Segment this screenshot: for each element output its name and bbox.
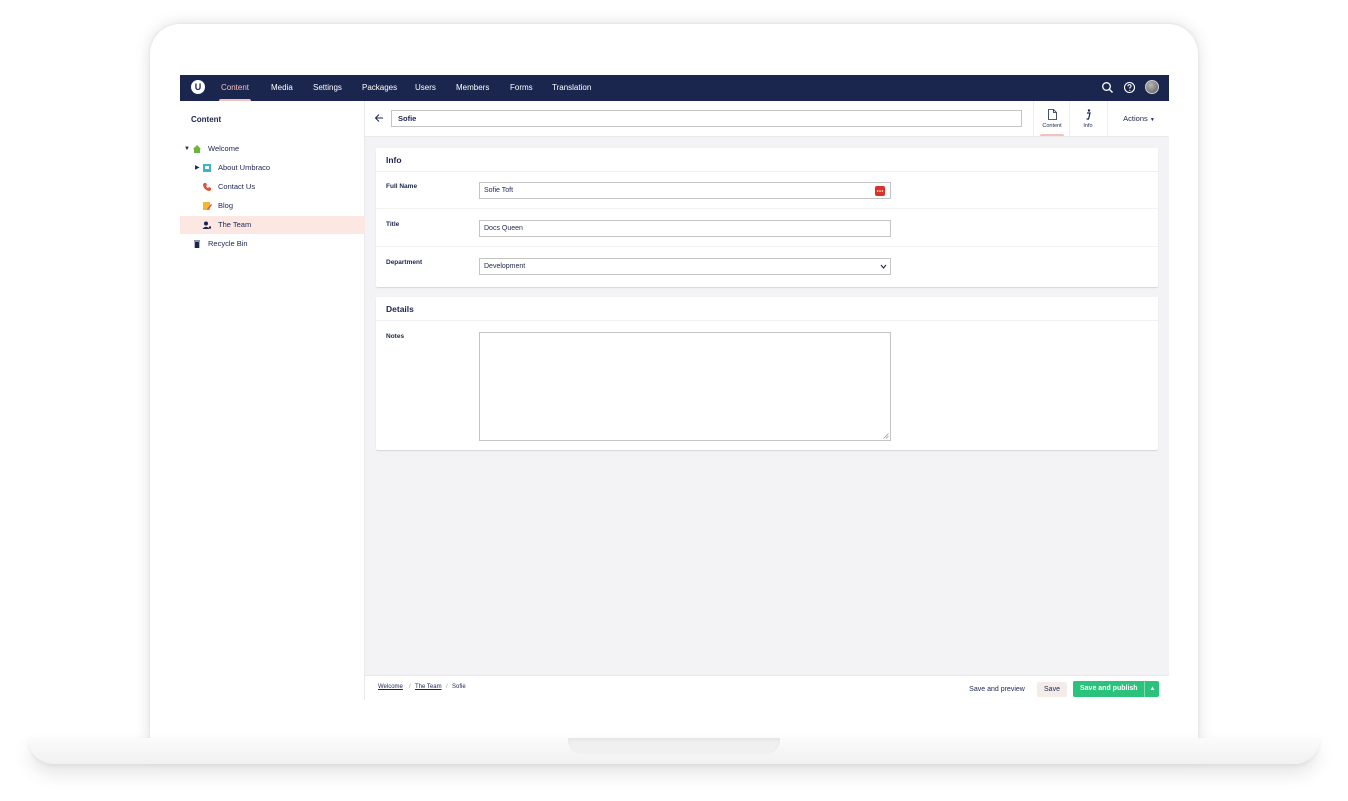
help-icon[interactable] [1123,81,1136,94]
breadcrumb-the-team[interactable]: The Team [415,684,442,690]
trash-icon [194,240,200,248]
details-panel: Details Notes [376,297,1158,450]
property-divider [376,246,1158,247]
resize-handle-icon[interactable] [883,433,889,439]
caret-right-icon[interactable]: ▶ [195,159,200,177]
phone-icon [203,183,211,191]
caret-down-icon: ▼ [1149,117,1155,123]
tree-item-the-team[interactable]: The Team [180,216,365,234]
caret-down-icon[interactable]: ▼ [184,140,190,158]
chevron-down-icon [880,264,887,269]
nav-forms[interactable]: Forms [510,75,533,101]
title-field[interactable]: Docs Queen [479,220,891,237]
tree-item-label: Contact Us [218,182,256,191]
save-and-preview-button[interactable]: Save and preview [963,682,1031,697]
nav-members[interactable]: Members [456,75,489,101]
editor-footer: Welcome / The Team / Sofie Save and prev… [365,675,1169,700]
tab-info-label: Info [1083,123,1093,129]
nav-media[interactable]: Media [271,75,293,101]
info-icon [1086,109,1091,120]
node-name-input[interactable] [391,110,1022,127]
top-navigation: U Content Media Settings Packages Users … [180,75,1169,101]
info-panel: Info Full Name Sofie Toft Title Docs Que… [376,148,1158,287]
tree-item-label: About Umbraco [218,163,271,172]
tree-item-about-umbraco[interactable]: ▶ About Umbraco [180,159,365,177]
actions-label: Actions [1123,114,1148,123]
content-tree-sidebar: Content ▼ Welcome ▶ About Umbraco Contac… [180,101,365,700]
home-icon [193,145,201,153]
notes-textarea[interactable] [479,332,891,441]
save-and-publish-button[interactable]: Save and publish ▲ [1073,681,1159,697]
tab-content-label: Content [1042,123,1062,129]
document-icon [1048,109,1057,120]
tree-item-label: Recycle Bin [208,239,248,248]
password-manager-icon[interactable] [875,186,885,196]
tree-item-label: The Team [218,220,252,229]
blog-icon [203,202,212,210]
umbraco-backoffice: U Content Media Settings Packages Users … [180,75,1169,700]
tree-item-contact-us[interactable]: Contact Us [180,178,365,196]
breadcrumb-current: Sofie [452,684,466,690]
department-select[interactable]: Development [479,258,891,275]
department-label: Department [386,259,423,266]
breadcrumb-separator: / [409,684,411,690]
tree-item-recycle-bin[interactable]: Recycle Bin [180,235,365,253]
property-divider [376,208,1158,209]
nav-translation[interactable]: Translation [552,75,591,101]
nav-users[interactable]: Users [415,75,436,101]
save-and-publish-label: Save and publish [1080,685,1138,692]
document-icon [203,164,211,172]
breadcrumb-separator: / [446,684,448,690]
title-label: Title [386,221,400,228]
details-panel-title: Details [376,297,1158,321]
team-icon [202,221,212,229]
tree-item-welcome[interactable]: ▼ Welcome [180,140,365,158]
laptop-notch [568,738,780,754]
search-icon[interactable] [1101,81,1114,94]
tree-item-label: Welcome [208,144,240,153]
tree-item-label: Blog [218,201,234,210]
full-name-label: Full Name [386,183,418,190]
tab-info[interactable]: Info [1069,101,1106,136]
sidebar-title: Content [191,115,222,124]
editor-header: Content Info Actions ▼ [365,101,1169,137]
notes-label: Notes [386,333,405,340]
save-button[interactable]: Save [1037,682,1067,697]
nav-content[interactable]: Content [218,75,252,101]
actions-dropdown-button[interactable]: Actions ▼ [1107,101,1169,136]
umbraco-logo-icon[interactable]: U [191,80,205,94]
full-name-field[interactable]: Sofie Toft [479,182,891,199]
nav-packages[interactable]: Packages [362,75,397,101]
breadcrumb-welcome[interactable]: Welcome [378,684,403,690]
full-name-value: Sofie Toft [484,187,514,194]
info-panel-title: Info [376,148,1158,172]
user-avatar[interactable] [1145,80,1159,94]
back-arrow-icon[interactable] [374,113,384,123]
caret-up-icon[interactable]: ▲ [1144,681,1160,697]
nav-settings[interactable]: Settings [313,75,342,101]
tree-item-blog[interactable]: Blog [180,197,365,215]
tab-content[interactable]: Content [1033,101,1070,136]
department-value: Development [484,263,526,270]
